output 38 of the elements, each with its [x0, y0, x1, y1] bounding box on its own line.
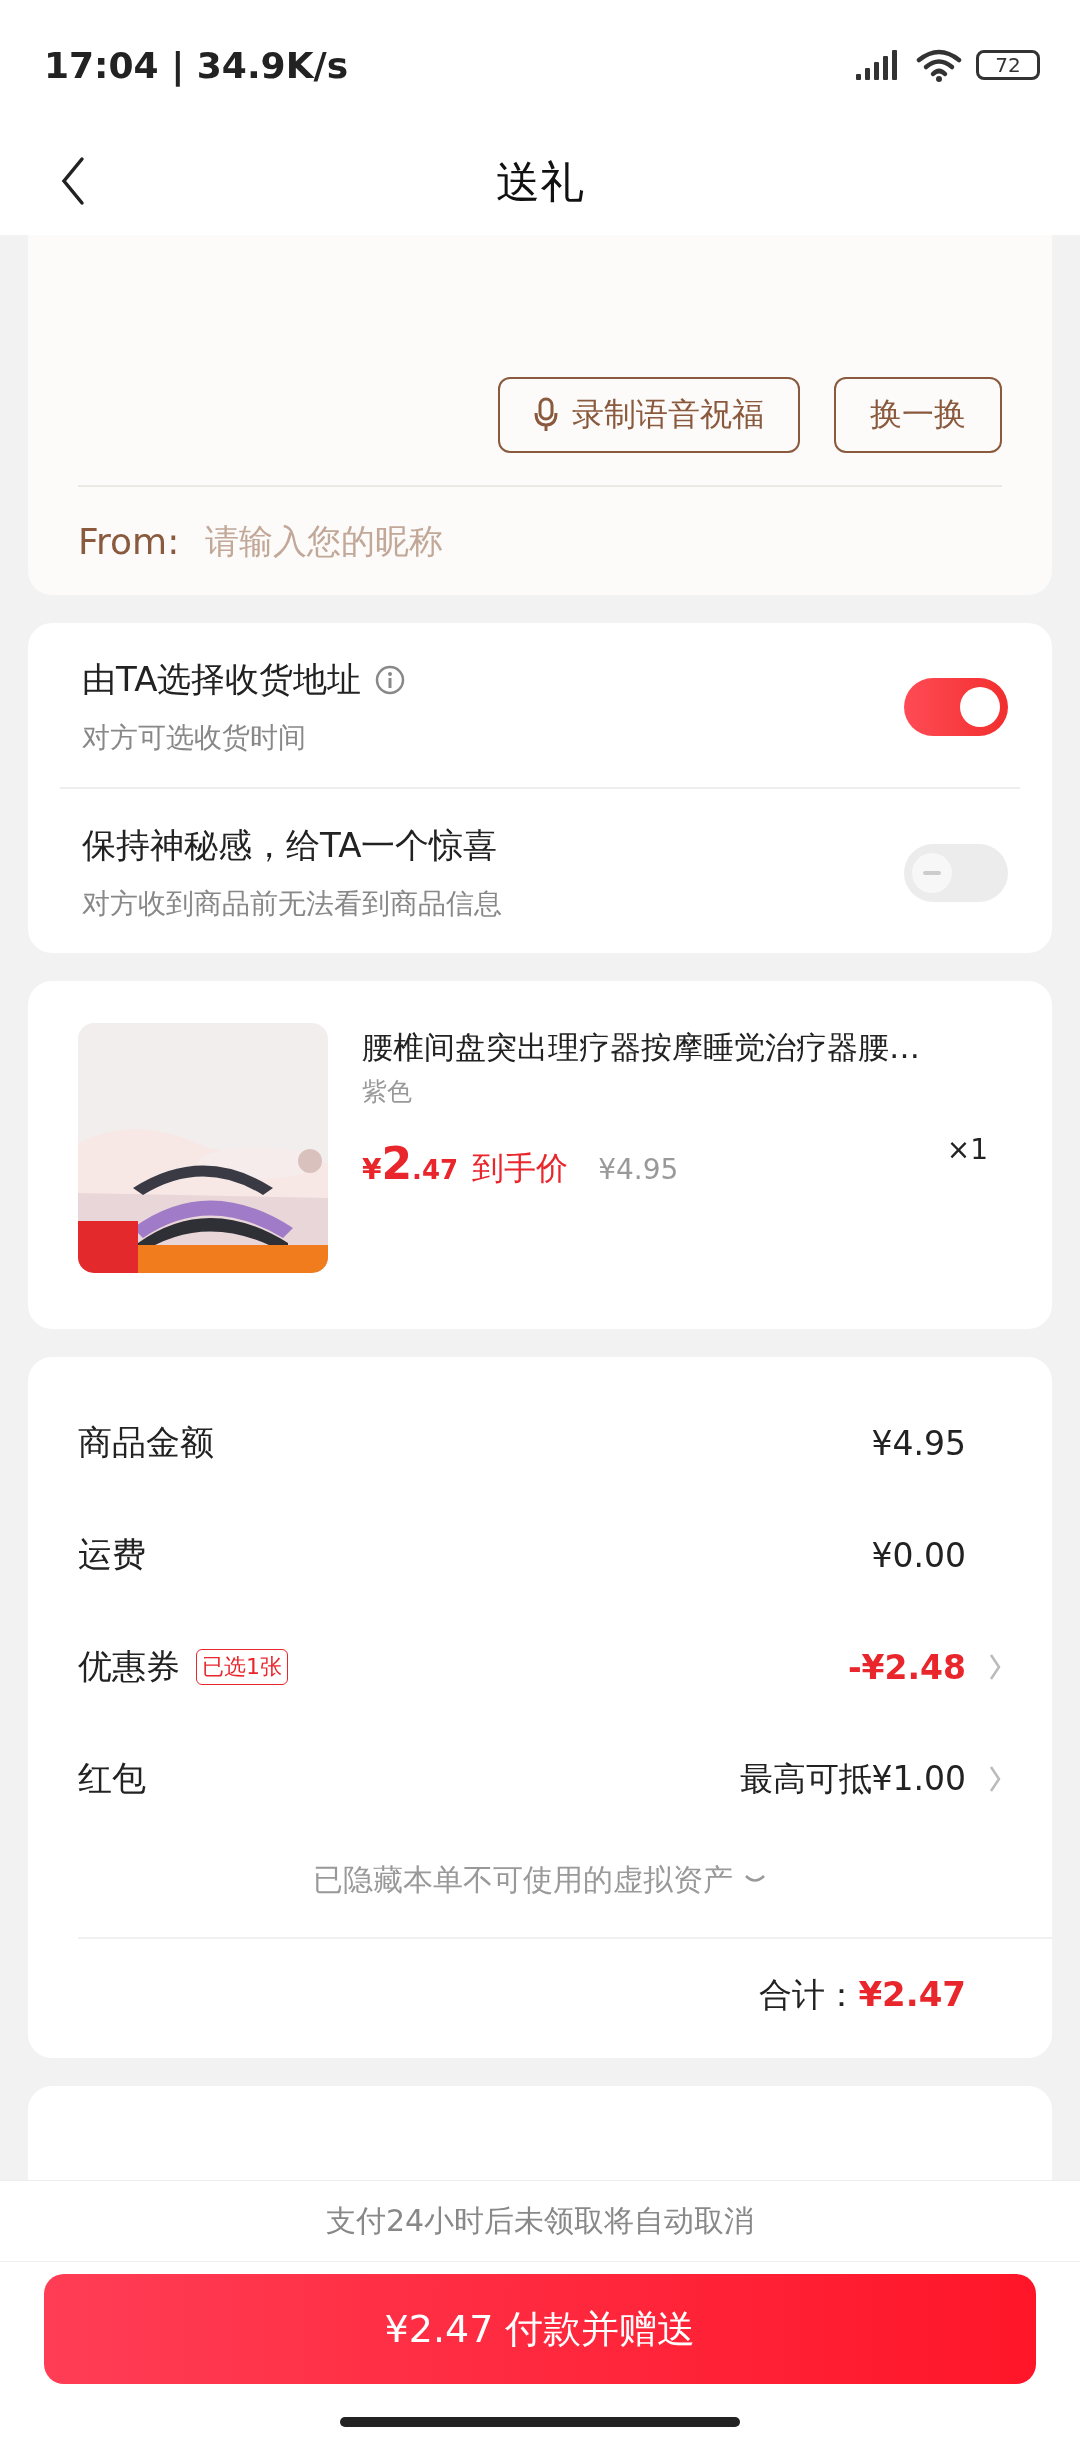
- final-price: ¥2.47: [362, 1138, 459, 1189]
- chevron-icon[interactable]: [988, 1764, 1002, 1794]
- microphone-icon: [534, 397, 558, 433]
- wifi-icon: [916, 48, 962, 82]
- status-time: 17:04 | 34.9K/s: [44, 44, 349, 86]
- pay-button[interactable]: ¥2.47 付款并赠送: [44, 2274, 1036, 2384]
- fee-value[interactable]: 最高可抵¥1.00: [739, 1756, 1002, 1802]
- battery-icon: 72: [976, 50, 1040, 80]
- chevron-icon[interactable]: [988, 1652, 1002, 1682]
- page-title: 送礼: [496, 155, 584, 209]
- fee-value: ¥0.00: [871, 1535, 966, 1575]
- back-icon[interactable]: [60, 156, 86, 206]
- fee-label: 运费: [78, 1533, 146, 1576]
- fee-value: ¥4.95: [871, 1423, 966, 1463]
- option-subtitle: 对方收到商品前无法看到商品信息: [82, 886, 502, 922]
- greeting-button[interactable]: 录制语音祝福: [498, 377, 800, 453]
- fee-label: 商品金额: [78, 1421, 214, 1464]
- toggle-switch[interactable]: [904, 678, 1008, 736]
- fee-value[interactable]: -¥2.48: [847, 1647, 1002, 1687]
- option-subtitle: 对方可选收货时间: [82, 720, 307, 756]
- product-variant: 紫色: [362, 1076, 413, 1108]
- product-title: 腰椎间盘突出理疗器按摩睡觉治疗器腰…: [362, 1028, 921, 1067]
- quantity: ×1: [946, 1133, 989, 1166]
- hidden-assets-note[interactable]: 已隐藏本单不可使用的虚拟资产: [313, 1859, 733, 1901]
- info-icon[interactable]: [375, 665, 406, 695]
- price-tag: 到手价: [472, 1147, 569, 1191]
- original-price: ¥4.95: [598, 1153, 679, 1186]
- coupon-tag: 已选1张: [196, 1649, 288, 1685]
- option-title: 保持神秘感，给TA一个惊喜: [82, 824, 498, 867]
- from-label: From:: [78, 520, 180, 562]
- fee-label: 红包: [78, 1757, 146, 1800]
- total-label: 合计：: [759, 1974, 859, 2016]
- nickname-field[interactable]: 请输入您的昵称: [203, 520, 708, 562]
- option-title: 由TA选择收货地址: [82, 658, 362, 701]
- fee-label: 优惠券: [78, 1645, 180, 1688]
- notice-text: 支付24小时后未领取将自动取消: [0, 2180, 1080, 2262]
- total-amount: ¥2.47: [858, 1974, 966, 2014]
- greeting-button[interactable]: 换一换: [834, 377, 1002, 453]
